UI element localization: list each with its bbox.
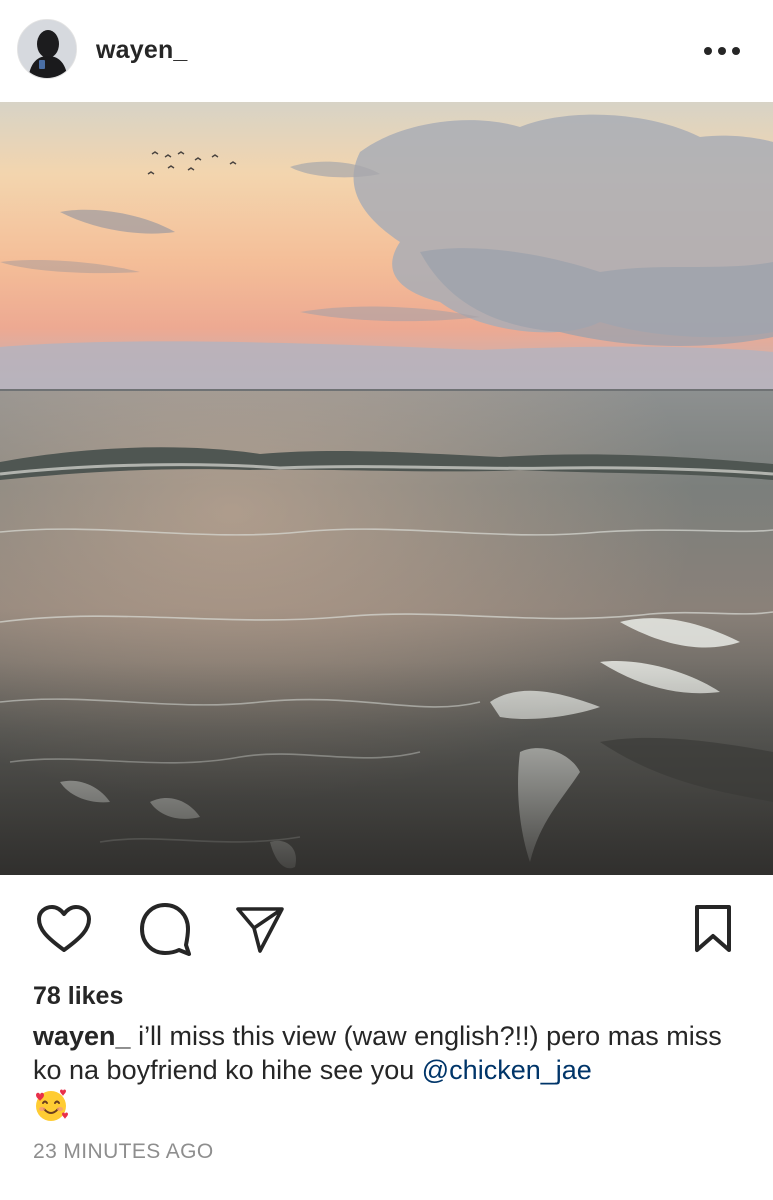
more-options-icon[interactable] — [698, 34, 746, 66]
heart-icon[interactable] — [36, 904, 92, 954]
avatar[interactable] — [17, 19, 77, 79]
smiling-face-with-hearts-icon — [33, 1087, 69, 1123]
post-image[interactable] — [0, 102, 773, 875]
caption: wayen_ i’ll miss this view (waw english?… — [33, 1019, 743, 1125]
avatar-image — [18, 20, 76, 78]
beach-photo — [0, 102, 773, 875]
post-header: wayen_ — [0, 0, 773, 102]
paper-plane-icon[interactable] — [234, 904, 286, 956]
username[interactable]: wayen_ — [96, 36, 188, 65]
comment-bubble-icon[interactable] — [137, 901, 193, 957]
bookmark-icon[interactable] — [692, 903, 734, 955]
likes-count[interactable]: 78 likes — [33, 982, 123, 1011]
action-bar — [0, 876, 773, 976]
post-timestamp: 23 MINUTES AGO — [33, 1140, 214, 1163]
caption-username[interactable]: wayen_ — [33, 1021, 131, 1051]
caption-mention[interactable]: @chicken_jae — [422, 1055, 592, 1085]
caption-text: i’ll miss this view (waw english?!!) per… — [33, 1021, 722, 1085]
